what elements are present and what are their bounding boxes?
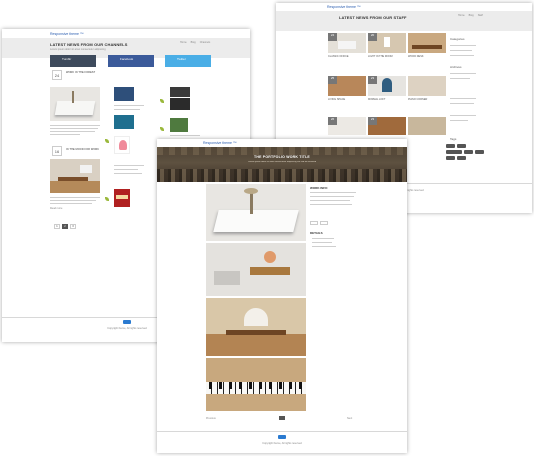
tw-thumb-1[interactable] — [170, 87, 190, 97]
share-button[interactable] — [310, 221, 318, 225]
portfolio-image-4[interactable] — [206, 358, 306, 411]
facebook-label: Facebook — [120, 57, 134, 61]
staff-post-image[interactable] — [408, 117, 446, 135]
tag-button[interactable] — [475, 150, 484, 154]
date-badge: 26 — [328, 117, 337, 125]
fb-thumb-1[interactable] — [114, 87, 134, 101]
portfolio-footer: Copyright theme, All rights reserved — [262, 442, 302, 445]
page-link-active[interactable]: 2 — [62, 224, 68, 229]
work-info-heading: WORK INFO — [310, 186, 328, 190]
tag-button[interactable] — [446, 144, 455, 148]
channels-page-subtitle: Lorem ipsum dolor sit amet consectetur a… — [50, 48, 106, 51]
post-title[interactable]: WOOD DESK — [408, 55, 424, 59]
pagination: 1 2 3 — [54, 224, 76, 229]
staff-post-card[interactable]: WOOD DESK — [408, 33, 446, 71]
staff-post-card[interactable]: 23 MINIMAL LOFT — [368, 76, 406, 114]
social-box-twitter[interactable]: Twitter — [165, 55, 211, 67]
staff-post-card[interactable]: 20 LIGHT IN THE ROOM — [368, 33, 406, 71]
tw-thumb-2[interactable] — [170, 98, 190, 110]
post2-image[interactable] — [50, 159, 100, 193]
twitter-label: Twitter — [177, 57, 186, 61]
details-heading: DETAILS — [310, 231, 323, 235]
sidebar-heading-archives: Archives — [450, 65, 462, 69]
post-title[interactable]: CLASSIC OFFICE — [328, 55, 349, 59]
fb-thumb-4[interactable] — [114, 189, 130, 207]
grid-icon[interactable] — [279, 416, 285, 420]
tag-button[interactable] — [457, 156, 466, 160]
post1-date-badge: 24 — [52, 70, 62, 80]
staff-title-band — [276, 11, 532, 31]
prev-link[interactable]: Previous — [206, 417, 216, 420]
leaf-icon — [105, 197, 109, 201]
tag-button[interactable] — [464, 150, 473, 154]
sidebar-heading-tags: Tags — [450, 137, 457, 141]
sidebar-heading-categories: Categories — [450, 37, 465, 41]
post1-title[interactable]: WORK IN THE FOREST — [66, 71, 95, 74]
post-title[interactable]: LIVING SPACE — [328, 98, 345, 102]
fb-thumb-3[interactable] — [114, 136, 130, 154]
read-more-link[interactable]: Read more — [50, 207, 62, 210]
channels-breadcrumb: Home Blog Channels — [180, 41, 210, 44]
portfolio-banner — [157, 147, 407, 182]
portfolio-image-1[interactable] — [206, 184, 306, 241]
staff-post-image[interactable]: 26 — [328, 117, 366, 135]
tag-button[interactable] — [446, 156, 455, 160]
leaf-icon — [160, 99, 164, 103]
tag-button[interactable] — [457, 144, 466, 148]
social-box-tumblr[interactable]: Tumblr — [50, 55, 96, 67]
portfolio-footer-divider — [157, 431, 407, 432]
post2-title[interactable]: IN THE MOOD FOR WORK — [66, 148, 99, 151]
post2-date-badge: 16 — [52, 146, 62, 156]
portfolio-image-2[interactable] — [206, 243, 306, 296]
fb-thumb-2[interactable] — [114, 115, 134, 129]
date-badge: 25 — [328, 76, 337, 84]
date-badge: 23 — [368, 76, 377, 84]
leaf-icon — [105, 139, 109, 143]
portfolio-page-screenshot: Responsive theme ™ THE PORTFOLIO WORK TI… — [157, 139, 407, 453]
leaf-icon — [160, 127, 164, 131]
staff-page-title: LATEST NEWS FROM OUR STAFF — [339, 15, 407, 20]
page-link[interactable]: 1 — [54, 224, 60, 229]
breadcrumb-item[interactable]: Home — [180, 41, 187, 44]
tw-thumb-3[interactable] — [170, 118, 188, 132]
channels-page-title: LATEST NEWS FROM OUR CHANNELS — [50, 42, 128, 47]
portfolio-logo[interactable]: Responsive theme ™ — [203, 141, 236, 145]
tumblr-label: Tumblr — [62, 57, 72, 61]
post2-excerpt — [50, 195, 100, 204]
banner-subtitle: Lorem ipsum dolor sit amet consectetur a… — [247, 161, 317, 163]
date-badge: 24 — [328, 33, 337, 41]
portfolio-image-3[interactable] — [206, 298, 306, 356]
tag-button[interactable] — [446, 150, 462, 154]
post1-image[interactable] — [50, 87, 100, 121]
breadcrumb-item[interactable]: Blog — [191, 41, 196, 44]
staff-breadcrumb: Home Blog Staff — [458, 14, 483, 17]
staff-post-card[interactable]: 24 CLASSIC OFFICE — [328, 33, 366, 71]
banner-title: THE PORTFOLIO WORK TITLE — [254, 155, 310, 159]
staff-logo[interactable]: Responsive theme ™ — [327, 5, 360, 9]
post-title[interactable]: LIGHT IN THE ROOM — [368, 55, 393, 59]
post-title[interactable]: MINIMAL LOFT — [368, 98, 385, 102]
channels-logo[interactable]: Responsive theme ™ — [50, 32, 83, 36]
breadcrumb-item: Staff — [477, 14, 483, 17]
staff-post-card[interactable]: 25 LIVING SPACE — [328, 76, 366, 114]
footer-badge — [278, 435, 286, 439]
breadcrumb-item[interactable]: Blog — [469, 14, 474, 17]
social-box-facebook[interactable]: Facebook — [108, 55, 154, 67]
footer-badge — [123, 320, 131, 324]
date-badge: 23 — [368, 117, 377, 125]
page-link[interactable]: 3 — [70, 224, 76, 229]
breadcrumb-item[interactable]: Home — [458, 14, 465, 17]
staff-post-card[interactable]: PIANO CORNER — [408, 76, 446, 114]
post-title[interactable]: PIANO CORNER — [408, 98, 427, 102]
next-link[interactable]: Next — [347, 417, 352, 420]
post1-excerpt — [50, 123, 100, 135]
like-button[interactable] — [320, 221, 328, 225]
date-badge: 20 — [368, 33, 377, 41]
staff-post-image[interactable]: 23 — [368, 117, 406, 135]
breadcrumb-item: Channels — [199, 41, 211, 44]
